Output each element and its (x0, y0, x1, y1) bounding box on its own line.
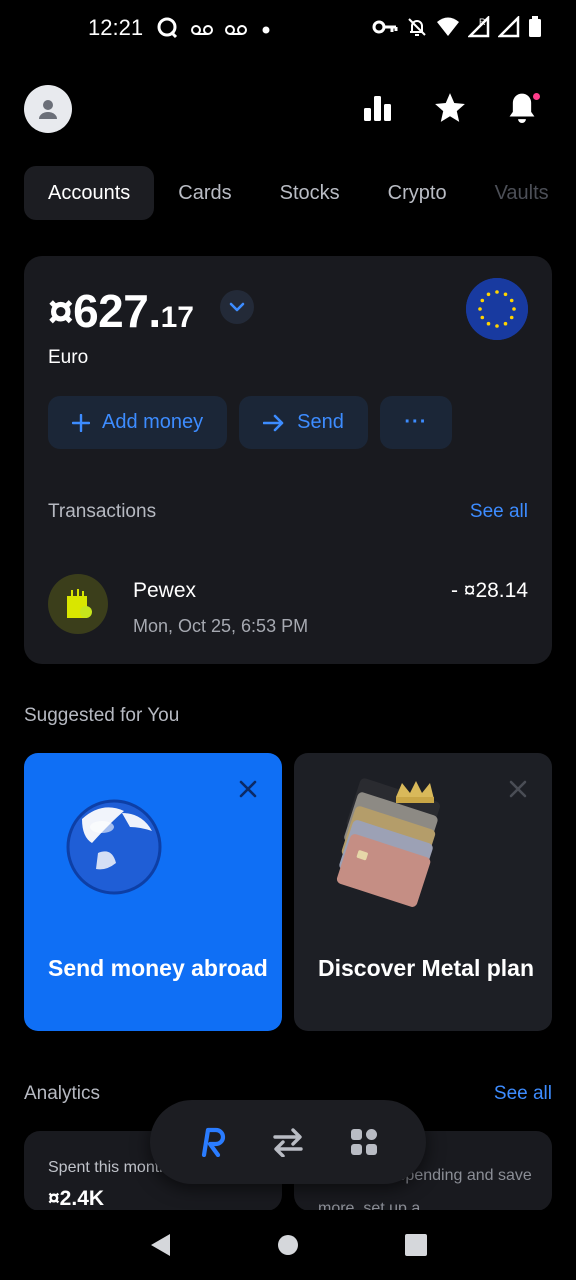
balance-main: ¤627. (48, 285, 161, 337)
shopping-bag-icon (48, 574, 108, 634)
signal-roaming-icon: R (468, 16, 490, 38)
arrow-right-icon (263, 414, 284, 431)
more-button[interactable]: ··· (379, 396, 452, 449)
wifi-icon (436, 16, 460, 38)
status-right-icons: R (372, 16, 542, 38)
analytics-title: Analytics (24, 1083, 101, 1104)
spent-label: Spent this month (48, 1159, 169, 1176)
voicemail-icon (224, 18, 248, 38)
send-button[interactable]: Send (239, 396, 368, 449)
recents-icon[interactable] (396, 1225, 436, 1265)
assistant-icon (156, 16, 180, 40)
account-switch-button[interactable] (220, 290, 254, 324)
currency-name: Euro (48, 347, 89, 368)
system-navigation-bar (0, 1210, 576, 1280)
metal-cards-crown-icon (336, 778, 440, 907)
svg-text:R: R (479, 17, 486, 27)
close-icon[interactable] (236, 777, 260, 801)
balance-decimal: 17 (160, 301, 194, 334)
globe-icon (66, 799, 162, 895)
transaction-merchant: Pewex (133, 579, 197, 602)
hub-icon[interactable] (344, 1122, 384, 1162)
suggested-title: Suggested for You (24, 705, 180, 726)
home-icon[interactable] (268, 1225, 308, 1265)
transactions-see-all-link[interactable]: See all (470, 501, 528, 523)
battery-icon (528, 16, 542, 38)
signal-icon (498, 16, 520, 38)
suggestion-card-metal[interactable]: Discover Metal plan (294, 753, 552, 1031)
user-icon (39, 100, 57, 119)
bell-icon[interactable] (504, 90, 540, 126)
account-actions: Add money Send ··· (48, 396, 452, 449)
analytics-see-all-link[interactable]: See all (494, 1083, 552, 1105)
plus-icon (72, 413, 90, 432)
tab-vaults[interactable]: Vaults (471, 166, 573, 220)
tab-accounts[interactable]: Accounts (24, 166, 155, 220)
transaction-amount: - ¤28.14 (450, 579, 528, 602)
star-icon[interactable] (432, 90, 468, 126)
send-label: Send (297, 411, 344, 433)
suggestion-card-send-abroad[interactable]: Send money abroad (24, 753, 282, 1031)
more-icon: ··· (404, 411, 428, 433)
account-balance[interactable]: ¤627. 17 (48, 284, 194, 338)
account-card: ¤627. 17 Euro Add money Send ··· Transac… (24, 256, 552, 664)
mute-icon (406, 16, 428, 38)
status-left-icons (156, 16, 274, 40)
vpn-key-icon (372, 17, 398, 37)
suggestion-text-metal: Discover Metal plan (318, 955, 535, 981)
dot-icon (258, 18, 274, 38)
analytics-icon[interactable] (360, 90, 396, 126)
transaction-row[interactable]: Pewex Mon, Oct 25, 6:53 PM - ¤28.14 (48, 574, 528, 636)
status-bar: 12:21 R (0, 0, 576, 56)
add-money-button[interactable]: Add money (48, 396, 228, 449)
voicemail-icon (190, 18, 214, 38)
revolut-home-icon[interactable] (192, 1122, 232, 1162)
suggestion-text-send-abroad: Send money abroad (48, 955, 268, 981)
tab-stocks[interactable]: Stocks (256, 166, 364, 220)
transaction-date: Mon, Oct 25, 6:53 PM (133, 616, 309, 636)
spent-value: ¤2.4K (48, 1187, 105, 1210)
back-icon[interactable] (140, 1225, 180, 1265)
notification-dot (533, 93, 540, 100)
status-time: 12:21 (88, 15, 144, 40)
transfers-icon[interactable] (268, 1122, 308, 1162)
transactions-title: Transactions (48, 501, 157, 522)
eu-flag-icon[interactable] (466, 278, 528, 340)
tab-bar: Accounts Cards Stocks Crypto Vaults (24, 166, 576, 220)
tab-cards[interactable]: Cards (154, 166, 255, 220)
close-icon[interactable] (506, 777, 530, 801)
bottom-navigation (150, 1100, 426, 1184)
profile-avatar[interactable] (24, 85, 72, 133)
chevron-down-icon (229, 302, 245, 312)
transactions-header: Transactions See all (48, 501, 528, 523)
tab-crypto[interactable]: Crypto (364, 166, 471, 220)
add-money-label: Add money (102, 411, 204, 433)
